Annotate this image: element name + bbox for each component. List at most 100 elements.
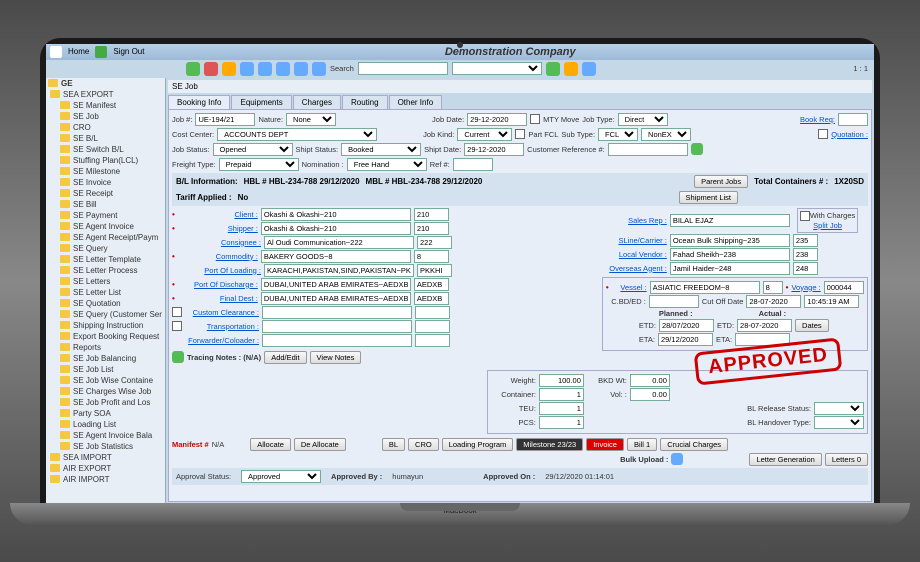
tab-equipments[interactable]: Equipments [231, 95, 291, 109]
sidebar-item[interactable]: Export Booking Request [46, 331, 165, 342]
sidebar-item[interactable]: AIR IMPORT [46, 474, 165, 485]
sline-code-input[interactable] [793, 234, 818, 247]
vol-input[interactable] [630, 388, 670, 401]
pol-code-input[interactable] [417, 264, 452, 277]
custom-clear-code-input[interactable] [415, 306, 450, 319]
book-req-input[interactable] [838, 113, 868, 126]
container-input[interactable] [539, 388, 584, 401]
forwarder-input[interactable] [262, 334, 412, 347]
commodity-link[interactable]: Commodity : [178, 252, 258, 261]
shipment-list-button[interactable]: Shipment List [679, 191, 738, 204]
allocate-button[interactable]: Allocate [250, 438, 291, 451]
vendor-link[interactable]: Local Vendor : [602, 250, 667, 259]
deallocate-button[interactable]: De Allocate [294, 438, 346, 451]
vendor-input[interactable] [670, 248, 790, 261]
sub-type2-select[interactable]: NonEX [641, 128, 691, 141]
search-type-select[interactable] [452, 62, 542, 75]
part-fcl-checkbox[interactable] [515, 129, 525, 139]
sidebar-item[interactable]: AIR EXPORT [46, 463, 165, 474]
delete-icon[interactable] [204, 62, 218, 76]
sidebar-item[interactable]: SE Agent Receipt/Paym [46, 232, 165, 243]
bl-button[interactable]: BL [382, 438, 405, 451]
cutoff-date-input[interactable] [746, 295, 801, 308]
consignee-link[interactable]: Consignee : [181, 238, 261, 247]
sidebar-item[interactable]: SEA IMPORT [46, 452, 165, 463]
sidebar-item[interactable]: SE Job Profit and Los [46, 397, 165, 408]
letter-generation-button[interactable]: Letter Generation [749, 453, 821, 466]
sidebar-item[interactable]: SE Milestone [46, 166, 165, 177]
voyage-input[interactable] [824, 281, 864, 294]
custom-clear-link[interactable]: Custom Clearance : [185, 308, 259, 317]
cust-ref-input[interactable] [608, 143, 688, 156]
job-no-input[interactable] [195, 113, 255, 126]
final-dest-code-input[interactable] [414, 292, 449, 305]
job-type-select[interactable]: Direct [618, 113, 668, 126]
eta-planned-input[interactable] [658, 333, 713, 346]
sidebar-item[interactable]: SE Letter Template [46, 254, 165, 265]
letters-button[interactable]: Letters 0 [825, 453, 868, 466]
sidebar-item[interactable]: SE Job Wise Containe [46, 375, 165, 386]
sidebar-item[interactable]: SEA EXPORT [46, 89, 165, 100]
sub-type-select[interactable]: FCL [598, 128, 638, 141]
parent-jobs-button[interactable]: Parent Jobs [694, 175, 748, 188]
sidebar-item[interactable]: Party SOA [46, 408, 165, 419]
save-icon[interactable] [222, 62, 236, 76]
book-req-link[interactable]: Book Req: [800, 115, 835, 124]
sidebar-item[interactable]: SE Letter List [46, 287, 165, 298]
sign-out-link[interactable]: Sign Out [113, 47, 144, 56]
sidebar-item[interactable]: SE Quotation [46, 298, 165, 309]
refresh-icon[interactable] [240, 62, 254, 76]
custom-clear-checkbox[interactable] [172, 307, 182, 317]
vessel-input[interactable] [650, 281, 760, 294]
job-status-select[interactable]: Opened [213, 143, 293, 156]
search-go-icon[interactable] [546, 62, 560, 76]
forwarder-code-input[interactable] [415, 334, 450, 347]
ship-status-select[interactable]: Booked [341, 143, 421, 156]
teu-input[interactable] [539, 402, 584, 415]
pol-link[interactable]: Port Of Loading : [181, 266, 261, 275]
bl-status-select[interactable] [814, 402, 864, 415]
client-link[interactable]: Client : [178, 210, 258, 219]
sidebar-item[interactable]: SE Letter Process [46, 265, 165, 276]
sidebar-item[interactable]: Stuffing Plan(LCL) [46, 155, 165, 166]
sidebar-item[interactable]: SE Job Statistics [46, 441, 165, 452]
approval-status-select[interactable]: Approved [241, 470, 321, 483]
quotation-checkbox[interactable] [818, 129, 828, 139]
pol-input[interactable] [264, 264, 414, 277]
etd-planned-input[interactable] [659, 319, 714, 332]
signout-icon[interactable] [95, 46, 107, 58]
sidebar-item[interactable]: GE [46, 78, 165, 89]
nav-last-icon[interactable] [312, 62, 326, 76]
sidebar-item[interactable]: SE Query (Customer Ser [46, 309, 165, 320]
final-dest-link[interactable]: Final Dest : [178, 294, 258, 303]
client-code-input[interactable] [414, 208, 449, 221]
sidebar-item[interactable]: CRO [46, 122, 165, 133]
freight-type-select[interactable]: Prepaid [219, 158, 299, 171]
transport-code-input[interactable] [415, 320, 450, 333]
sidebar-item[interactable]: SE Agent Invoice Bala [46, 430, 165, 441]
sline-link[interactable]: SLine/Carrier : [602, 236, 667, 245]
cost-center-select[interactable]: ACCOUNTS DEPT [217, 128, 377, 141]
add-icon[interactable] [186, 62, 200, 76]
pod-code-input[interactable] [414, 278, 449, 291]
pcs-input[interactable] [539, 416, 584, 429]
transport-input[interactable] [262, 320, 412, 333]
sidebar-item[interactable]: SE Charges Wise Job [46, 386, 165, 397]
sidebar-item[interactable]: SE Job [46, 111, 165, 122]
add-note-icon[interactable] [172, 351, 184, 363]
transport-checkbox[interactable] [172, 321, 182, 331]
invoice-button[interactable]: Invoice [586, 438, 624, 451]
etd-actual-input[interactable] [737, 319, 792, 332]
bulk-upload-icon[interactable] [671, 453, 683, 465]
cutoff-time-input[interactable] [804, 295, 859, 308]
agent-input[interactable] [670, 262, 790, 275]
vessel-link[interactable]: Vessel : [612, 283, 647, 292]
job-kind-select[interactable]: Current [457, 128, 512, 141]
sidebar-item[interactable]: Shipping Instruction [46, 320, 165, 331]
job-date-input[interactable] [467, 113, 527, 126]
add-edit-notes-button[interactable]: Add/Edit [264, 351, 306, 364]
sidebar-item[interactable]: SE B/L [46, 133, 165, 144]
forwarder-link[interactable]: Forwarder/Coloader : [185, 336, 259, 345]
agent-link[interactable]: Overseas Agent : [602, 264, 667, 273]
nature-select[interactable]: None [286, 113, 336, 126]
